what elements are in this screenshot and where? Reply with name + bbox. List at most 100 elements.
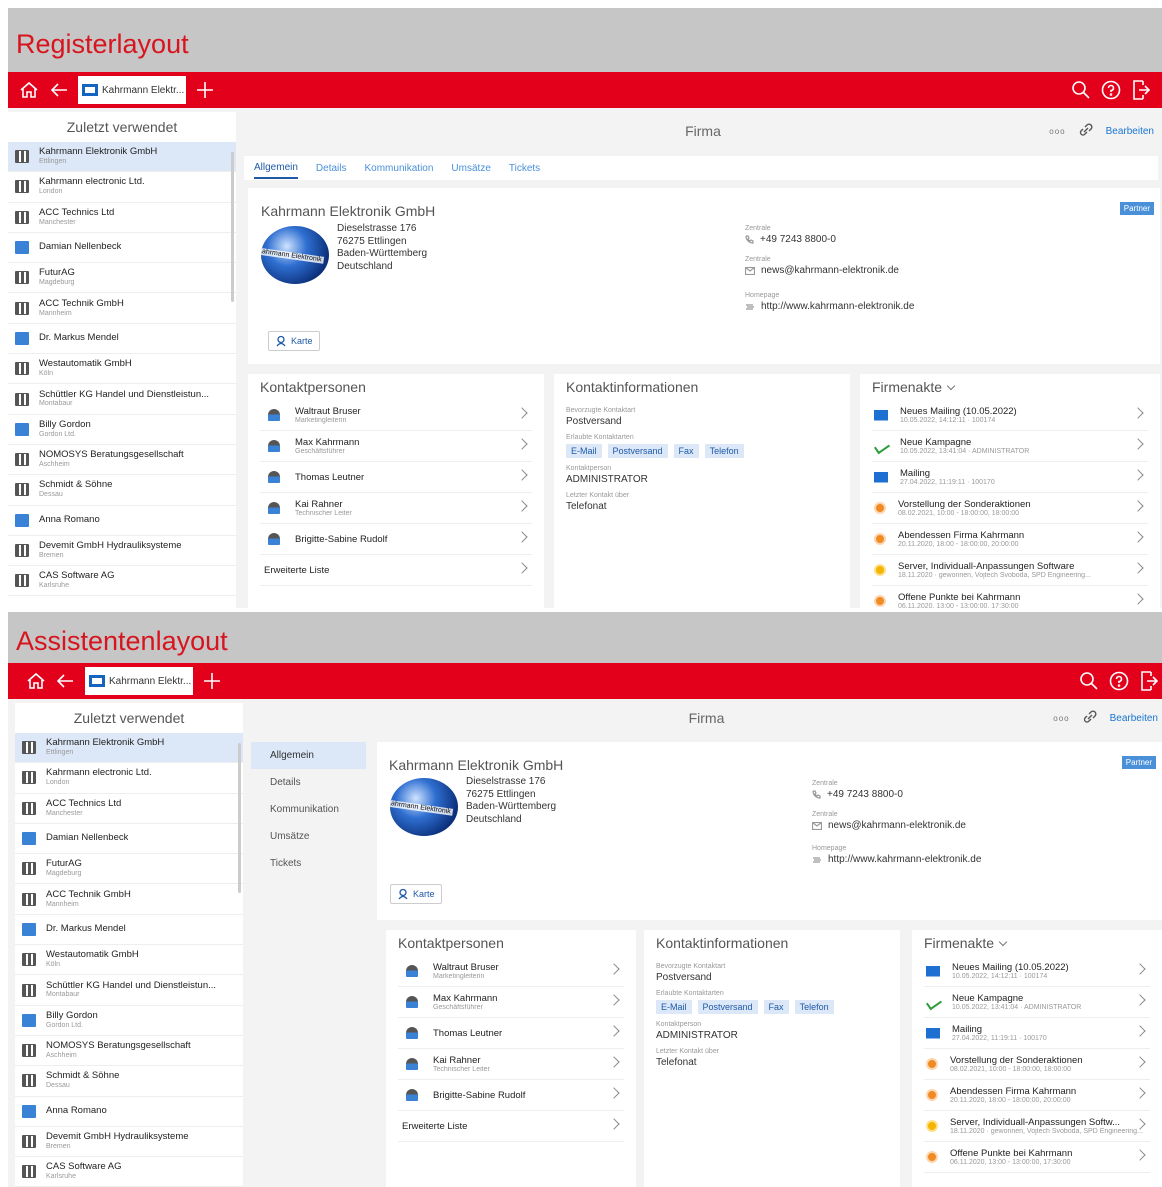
plus-icon[interactable] bbox=[192, 72, 218, 108]
sidebar-item[interactable]: Dr. Markus Mendel bbox=[15, 915, 243, 946]
sidebar-item[interactable]: Kahrmann Elektronik GmbH Ettlingen bbox=[8, 142, 236, 173]
tab-tickets[interactable]: Tickets bbox=[509, 159, 540, 178]
sidebar-item[interactable]: Schmidt & Söhne Dessau bbox=[8, 475, 236, 506]
sidebar-item[interactable]: FuturAG Magdeburg bbox=[8, 263, 236, 294]
sidebar-item[interactable]: NOMOSYS Beratungsgesellschaft Aschheim bbox=[15, 1036, 243, 1067]
sidebar-item[interactable]: Westautomatik GmbH Köln bbox=[15, 945, 243, 976]
file-entry-row[interactable]: Abendessen Firma Kahrmann 20.11.2020, 18:… bbox=[924, 1080, 1150, 1111]
sidebar-item[interactable]: NOMOSYS Beratungsgesellschaft Aschheim bbox=[8, 445, 236, 476]
sidebar-item[interactable]: FuturAG Magdeburg bbox=[15, 854, 243, 885]
map-button[interactable]: Karte bbox=[268, 331, 320, 351]
search-icon[interactable] bbox=[1068, 72, 1094, 108]
contact-person-icon bbox=[15, 513, 29, 527]
link-icon[interactable] bbox=[1082, 709, 1098, 727]
sidebar-item[interactable]: Dr. Markus Mendel bbox=[8, 324, 236, 355]
sidebar-item[interactable]: Schmidt & Söhne Dessau bbox=[15, 1066, 243, 1097]
file-entry-row[interactable]: Neues Mailing (10.05.2022) 10.05.2022, 14… bbox=[872, 400, 1148, 431]
sidebar-item[interactable]: Damian Nellenbeck bbox=[15, 824, 243, 855]
sidebar-item[interactable]: Kahrmann Elektronik GmbH Ettlingen bbox=[15, 733, 243, 764]
sidebar-item[interactable]: ACC Technik GmbH Mannheim bbox=[8, 293, 236, 324]
chevron-right-icon bbox=[1132, 469, 1144, 481]
section-title[interactable]: Firmenakte bbox=[860, 374, 1160, 400]
logout-icon[interactable] bbox=[1136, 663, 1162, 699]
file-entry-row[interactable]: Vorstellung der Sonderaktionen 08.02.2021… bbox=[872, 493, 1148, 524]
sidebar-item[interactable]: ACC Technik GmbH Mannheim bbox=[15, 884, 243, 915]
contact-row[interactable]: Brigitte-Sabine Rudolf bbox=[398, 1080, 624, 1111]
scrollbar[interactable] bbox=[238, 743, 241, 893]
open-record-tab[interactable]: Kahrmann Elektr... bbox=[78, 76, 186, 104]
sidebar-item[interactable]: Kahrmann electronic Ltd. London bbox=[8, 172, 236, 203]
email-link[interactable]: news@kahrmann-elektronik.de bbox=[812, 820, 966, 831]
file-entry-row[interactable]: Server, Individuall-Anpassungen Softw...… bbox=[924, 1111, 1150, 1142]
file-entry-row[interactable]: Neue Kampagne 10.05.2022, 13:41:04 · ADMI… bbox=[924, 987, 1150, 1018]
help-icon[interactable] bbox=[1106, 663, 1132, 699]
file-entry-row[interactable]: Vorstellung der Sonderaktionen 08.02.2021… bbox=[924, 1049, 1150, 1080]
tab-allgemein[interactable]: Allgemein bbox=[254, 158, 298, 179]
tab-details[interactable]: Details bbox=[251, 769, 366, 796]
contact-row[interactable]: Waltraut Bruser Marketingleiterin bbox=[398, 956, 624, 987]
file-entry-row[interactable]: Server, Individuall-Anpassungen Software… bbox=[872, 555, 1148, 586]
scrollbar[interactable] bbox=[231, 152, 234, 302]
tab-tickets[interactable]: Tickets bbox=[251, 850, 366, 877]
contact-row[interactable]: Kai Rahner Technischer Leiter bbox=[260, 493, 532, 524]
sidebar-item[interactable]: Anna Romano bbox=[15, 1097, 243, 1127]
sidebar-item[interactable]: Devemit GmbH Hydrauliksysteme Bremen bbox=[15, 1127, 243, 1158]
contact-row[interactable]: Max Kahrmann Geschäftsführer bbox=[260, 431, 532, 462]
link-icon[interactable] bbox=[1078, 122, 1094, 140]
back-arrow-icon[interactable] bbox=[52, 663, 78, 699]
email-link[interactable]: news@kahrmann-elektronik.de bbox=[745, 265, 899, 276]
section-title[interactable]: Firmenakte bbox=[912, 930, 1162, 956]
search-icon[interactable] bbox=[1076, 663, 1102, 699]
web-link[interactable]: http://www.kahrmann-elektronik.de bbox=[745, 301, 914, 312]
file-entry-row[interactable]: Offene Punkte bei Kahrmann 06.11.2020, 13… bbox=[924, 1142, 1150, 1173]
sidebar-item[interactable]: Devemit GmbH Hydrauliksysteme Bremen bbox=[8, 536, 236, 567]
contact-row[interactable]: Thomas Leutner bbox=[398, 1018, 624, 1049]
phone-link[interactable]: +49 7243 8800-0 bbox=[745, 234, 836, 245]
home-icon[interactable] bbox=[16, 72, 42, 108]
tab-details[interactable]: Details bbox=[316, 159, 347, 178]
web-link[interactable]: http://www.kahrmann-elektronik.de bbox=[812, 854, 981, 865]
help-icon[interactable] bbox=[1098, 72, 1124, 108]
open-record-tab[interactable]: Kahrmann Elektr... bbox=[85, 667, 193, 695]
file-entry-row[interactable]: Mailing 27.04.2022, 11:19:11 · 100170 bbox=[924, 1018, 1150, 1049]
sidebar-item[interactable]: ACC Technics Ltd Manchester bbox=[8, 203, 236, 233]
back-arrow-icon[interactable] bbox=[46, 72, 72, 108]
tab-umsaetze[interactable]: Umsätze bbox=[451, 159, 490, 178]
tab-kommunikation[interactable]: Kommunikation bbox=[251, 796, 366, 823]
logout-icon[interactable] bbox=[1128, 72, 1154, 108]
plus-icon[interactable] bbox=[199, 663, 225, 699]
tab-allgemein[interactable]: Allgemein bbox=[251, 742, 366, 769]
more-options-button[interactable]: ooo bbox=[1049, 127, 1065, 136]
sidebar-item[interactable]: Damian Nellenbeck bbox=[8, 233, 236, 264]
contact-row[interactable]: Kai Rahner Technischer Leiter bbox=[398, 1049, 624, 1080]
sidebar-item[interactable]: Anna Romano bbox=[8, 506, 236, 536]
file-entry-row[interactable]: Neues Mailing (10.05.2022) 10.05.2022, 14… bbox=[924, 956, 1150, 987]
sidebar-item[interactable]: ACC Technics Ltd Manchester bbox=[15, 794, 243, 824]
contact-row[interactable]: Max Kahrmann Geschäftsführer bbox=[398, 987, 624, 1018]
sidebar-item[interactable]: Billy Gordon Gordon Ltd. bbox=[15, 1006, 243, 1036]
sidebar-item[interactable]: Kahrmann electronic Ltd. London bbox=[15, 763, 243, 794]
sidebar-item[interactable]: CAS Software AG Karlsruhe bbox=[15, 1157, 243, 1187]
sidebar-item[interactable]: Billy Gordon Gordon Ltd. bbox=[8, 415, 236, 445]
contact-row[interactable]: Waltraut Bruser Marketingleiterin bbox=[260, 400, 532, 431]
phone-link[interactable]: +49 7243 8800-0 bbox=[812, 789, 903, 800]
sidebar-item[interactable]: Schüttler KG Handel und Dienstleistun...… bbox=[8, 384, 236, 415]
map-button[interactable]: Karte bbox=[390, 884, 442, 904]
contact-row[interactable]: Brigitte-Sabine Rudolf bbox=[260, 524, 532, 555]
file-entry-row[interactable]: Offene Punkte bei Kahrmann 06.11.2020, 13… bbox=[872, 586, 1148, 608]
file-entry-row[interactable]: Abendessen Firma Kahrmann 20.11.2020, 18:… bbox=[872, 524, 1148, 555]
home-icon[interactable] bbox=[23, 663, 49, 699]
edit-button[interactable]: Bearbeiten bbox=[1110, 713, 1158, 724]
contact-row[interactable]: Thomas Leutner bbox=[260, 462, 532, 493]
sidebar-item[interactable]: Schüttler KG Handel und Dienstleistun...… bbox=[15, 975, 243, 1006]
extended-list-button[interactable]: Erweiterte Liste bbox=[398, 1111, 624, 1142]
sidebar-item[interactable]: Westautomatik GmbH Köln bbox=[8, 354, 236, 385]
sidebar-item[interactable]: CAS Software AG Karlsruhe bbox=[8, 566, 236, 597]
file-entry-row[interactable]: Mailing 27.04.2022, 11:19:11 · 100170 bbox=[872, 462, 1148, 493]
tab-umsaetze[interactable]: Umsätze bbox=[251, 823, 366, 850]
extended-list-button[interactable]: Erweiterte Liste bbox=[260, 555, 532, 586]
edit-button[interactable]: Bearbeiten bbox=[1106, 126, 1154, 137]
file-entry-row[interactable]: Neue Kampagne 10.05.2022, 13:41:04 · ADMI… bbox=[872, 431, 1148, 462]
tab-kommunikation[interactable]: Kommunikation bbox=[365, 159, 434, 178]
more-options-button[interactable]: ooo bbox=[1053, 714, 1069, 723]
